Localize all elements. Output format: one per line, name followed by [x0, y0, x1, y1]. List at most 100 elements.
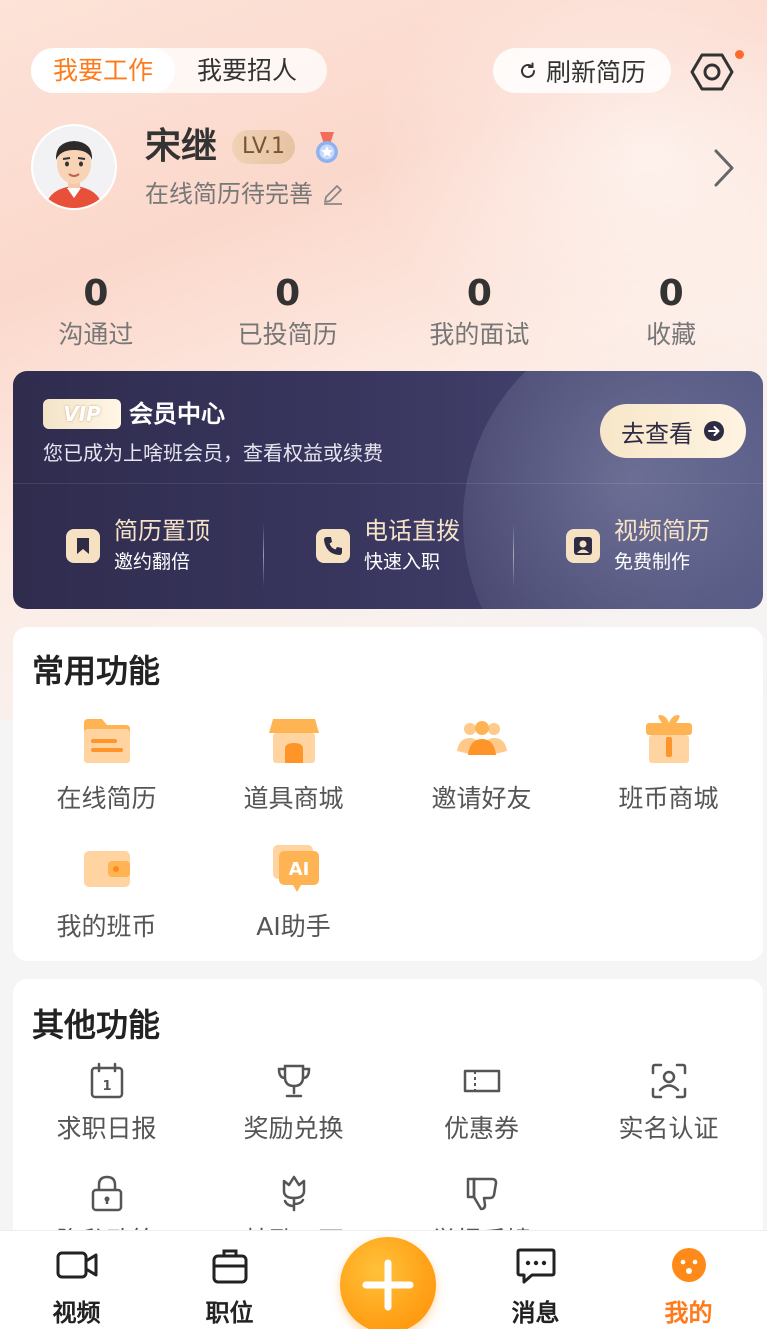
level-badge: LV.1: [232, 130, 296, 164]
stat-label: 收藏: [646, 320, 697, 349]
nav-me[interactable]: 我的: [612, 1231, 765, 1329]
common-features-card: 常用功能 在线简历 道具商城 邀请好友 班币商城 我的班币 AI AI助手: [13, 627, 763, 961]
stat-interviews[interactable]: 0 我的面试: [384, 272, 576, 354]
svg-text:AI: AI: [288, 859, 309, 880]
benefit-resume-top[interactable]: 简历置顶 邀约翻倍: [13, 515, 263, 577]
feature-coupons[interactable]: 优惠券: [388, 1061, 575, 1147]
header-background: [0, 0, 767, 720]
nav-jobs[interactable]: 职位: [153, 1231, 306, 1329]
refresh-resume-button[interactable]: 刷新简历: [493, 48, 671, 93]
stat-value: 0: [658, 273, 684, 314]
stats-row: 0 沟通过 0 已投简历 0 我的面试 0 收藏: [0, 272, 767, 354]
feature-item-shop[interactable]: 道具商城: [200, 711, 387, 817]
message-icon: [516, 1248, 555, 1284]
feature-label: 在线简历: [56, 784, 157, 813]
feature-label: 道具商城: [243, 784, 344, 813]
stat-value: 0: [83, 273, 109, 314]
edit-pencil-icon: [324, 185, 342, 205]
vip-title: 会员中心: [129, 400, 225, 428]
trophy-icon: [277, 1064, 310, 1098]
me-face-icon: [671, 1248, 706, 1282]
stat-value: 0: [275, 273, 301, 314]
stat-favorites[interactable]: 0 收藏: [575, 272, 767, 354]
feature-my-coins[interactable]: 我的班币: [13, 839, 200, 945]
vip-card[interactable]: VIP 会员中心 您已成为上啥班会员，查看权益或续费 去查看 简历置顶 邀约翻倍…: [13, 371, 763, 609]
ai-assistant-icon: AI: [272, 845, 319, 892]
arrow-right-circle-icon: [704, 421, 724, 441]
nav-label: 职位: [205, 1299, 254, 1327]
notification-dot: [735, 50, 744, 59]
friends-icon: [456, 721, 507, 755]
calendar-icon: 1: [90, 1062, 123, 1099]
stat-applied[interactable]: 0 已投简历: [192, 272, 384, 354]
benefit-video-resume[interactable]: 视频简历 免费制作: [513, 515, 763, 587]
benefit-subtitle: 邀约翻倍: [114, 551, 191, 573]
medal-icon[interactable]: [312, 130, 342, 166]
vip-view-button[interactable]: 去查看: [600, 404, 746, 458]
wallet-icon: [83, 851, 130, 887]
coupon-icon: [463, 1069, 500, 1093]
stat-label: 沟通过: [58, 320, 134, 349]
feature-label: 优惠券: [443, 1114, 519, 1143]
vip-benefits: 简历置顶 邀约翻倍 电话直拨 快速入职 视频简历 免费制作: [13, 491, 763, 601]
mode-switch: 我要工作 我要招人: [31, 48, 327, 93]
face-scan-icon: [651, 1063, 686, 1099]
nav-label: 我的: [664, 1299, 713, 1327]
feature-job-daily[interactable]: 1 求职日报: [13, 1061, 200, 1147]
chevron-right-icon[interactable]: [708, 145, 738, 191]
settings-hexagon-icon[interactable]: [690, 50, 734, 94]
benefit-title: 视频简历: [614, 517, 710, 545]
vip-description: 您已成为上啥班会员，查看权益或续费: [43, 441, 383, 465]
benefit-title: 简历置顶: [114, 517, 210, 545]
nav-label: 消息: [511, 1299, 560, 1327]
divider: [13, 483, 763, 484]
resume-status-text: 在线简历待完善: [145, 180, 313, 208]
nav-label: 视频: [52, 1299, 101, 1327]
feature-label: 班币商城: [618, 784, 719, 813]
feature-label: AI助手: [256, 912, 331, 941]
user-name: 宋继: [145, 126, 218, 167]
shop-icon: [268, 719, 319, 763]
stat-label: 我的面试: [429, 320, 530, 349]
benefit-title: 电话直拨: [364, 517, 460, 545]
feature-online-resume[interactable]: 在线简历: [13, 711, 200, 817]
feature-label: 邀请好友: [431, 784, 532, 813]
nav-video[interactable]: 视频: [0, 1231, 153, 1329]
benefit-direct-call[interactable]: 电话直拨 快速入职: [263, 515, 513, 587]
avatar[interactable]: [31, 124, 117, 210]
benefit-subtitle: 快速入职: [364, 551, 441, 573]
briefcase-icon: [212, 1249, 247, 1284]
feature-real-name-auth[interactable]: 实名认证: [575, 1061, 762, 1147]
stat-contacted[interactable]: 0 沟通过: [0, 272, 192, 354]
feature-label: 我的班币: [56, 912, 157, 941]
thumbs-down-icon: [466, 1177, 497, 1211]
feature-invite-friends[interactable]: 邀请好友: [388, 711, 575, 817]
phone-icon: [316, 529, 350, 563]
lock-icon: [91, 1175, 122, 1212]
svg-text:1: 1: [102, 1079, 111, 1094]
feature-coin-shop[interactable]: 班币商城: [575, 711, 762, 817]
video-icon: [56, 1251, 97, 1279]
feature-reward-exchange[interactable]: 奖励兑换: [200, 1061, 387, 1147]
plus-icon: [362, 1259, 414, 1311]
feature-label: 奖励兑换: [243, 1114, 344, 1143]
refresh-icon: [521, 62, 535, 78]
resume-status[interactable]: 在线简历待完善: [145, 178, 345, 210]
feature-ai-assistant[interactable]: AI AI助手: [200, 839, 387, 945]
nav-messages[interactable]: 消息: [459, 1231, 612, 1329]
section-title: 其他功能: [32, 1006, 161, 1044]
feature-label: 实名认证: [618, 1114, 719, 1143]
tab-recruit[interactable]: 我要招人: [175, 48, 319, 93]
vip-view-label: 去查看: [621, 419, 693, 448]
stat-label: 已投简历: [237, 320, 338, 349]
tab-find-work[interactable]: 我要工作: [31, 48, 176, 93]
benefit-subtitle: 免费制作: [614, 551, 691, 573]
flower-icon: [282, 1175, 305, 1212]
feature-label: 求职日报: [56, 1114, 157, 1143]
other-features-card: 其他功能 1 求职日报 奖励兑换 优惠券 实名认证: [13, 979, 763, 1255]
folder-resume-icon: [83, 719, 130, 763]
gift-icon: [645, 715, 692, 763]
publish-plus-button[interactable]: [340, 1237, 436, 1329]
avatar-illustration: [33, 126, 115, 208]
person-card-icon: [566, 529, 600, 563]
